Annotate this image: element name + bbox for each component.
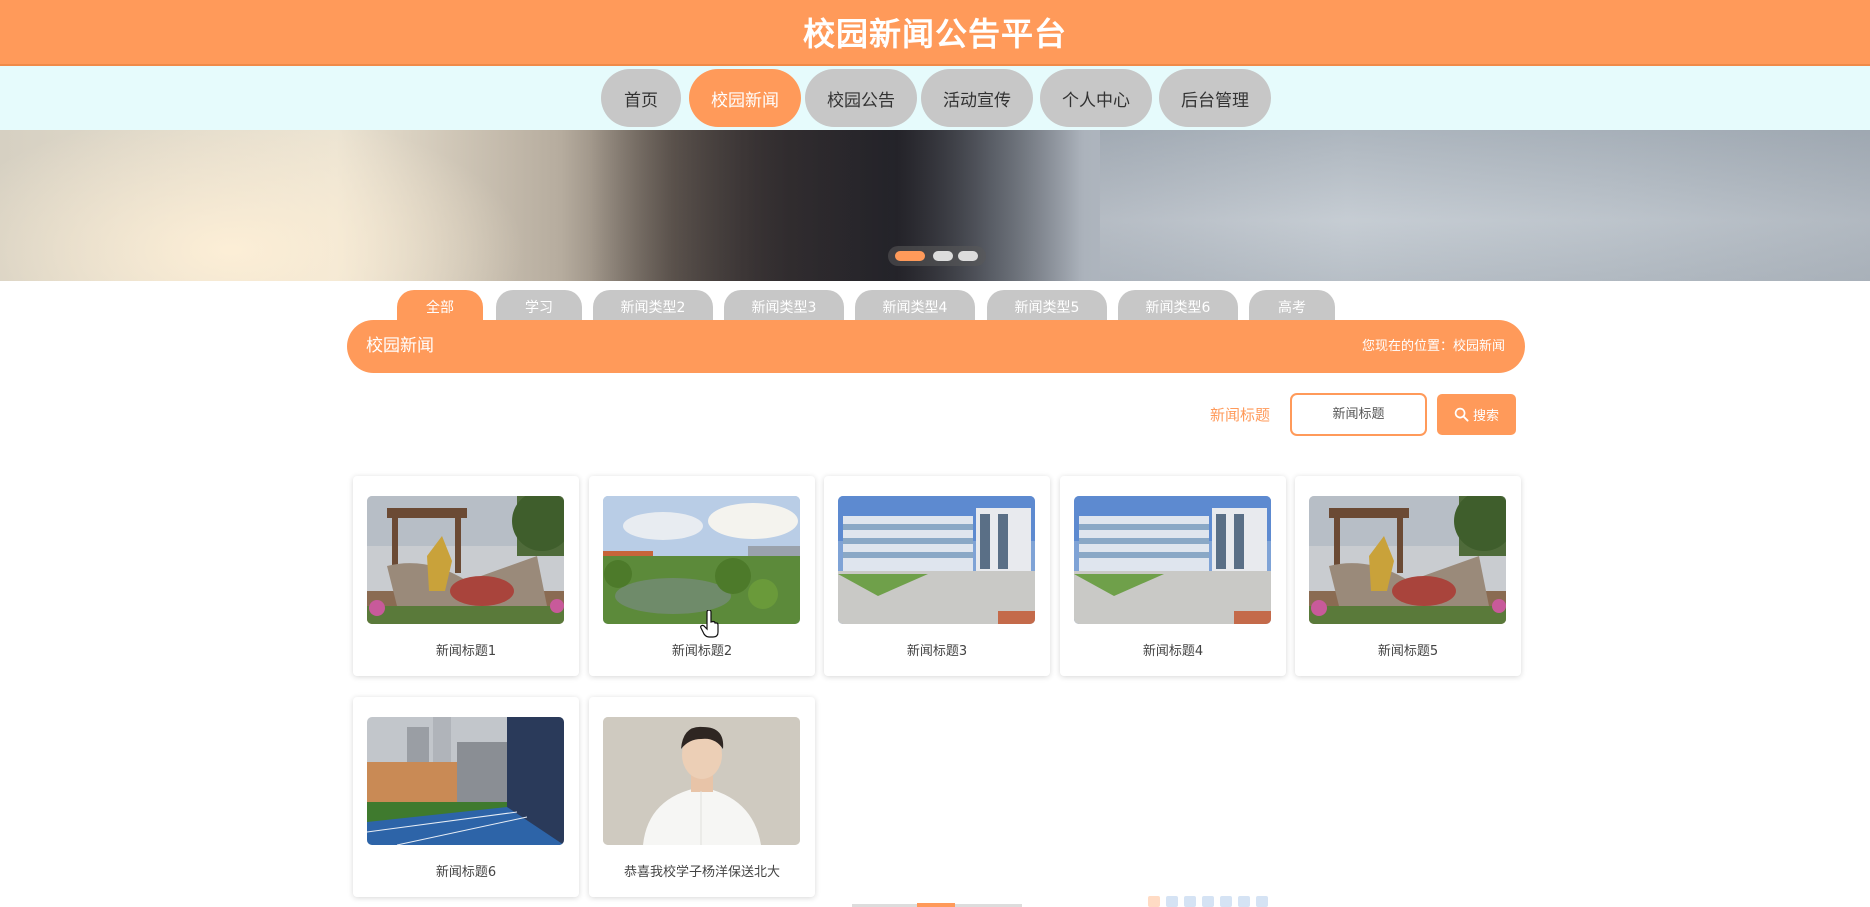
section-bar: 校园新闻 您现在的位置：校园新闻 <box>347 320 1525 373</box>
nav-item-activities[interactable]: 活动宣传 <box>921 69 1033 127</box>
banner-carousel[interactable] <box>0 130 1870 281</box>
category-tab-all[interactable]: 全部 <box>397 290 483 324</box>
category-tab-type4[interactable]: 新闻类型4 <box>855 290 975 324</box>
news-title[interactable]: 新闻标题4 <box>1060 640 1286 659</box>
toolbar-icon[interactable] <box>1166 896 1178 907</box>
category-tab-type5[interactable]: 新闻类型5 <box>987 290 1107 324</box>
section-title: 校园新闻 <box>366 336 434 356</box>
news-title[interactable]: 恭喜我校学子杨洋保送北大 <box>589 861 815 880</box>
news-title[interactable]: 新闻标题1 <box>353 640 579 659</box>
news-thumbnail <box>367 496 564 624</box>
news-card[interactable]: 新闻标题1 <box>353 476 579 676</box>
news-title[interactable]: 新闻标题3 <box>824 640 1050 659</box>
toolbar-icon[interactable] <box>1256 896 1268 907</box>
category-tab-type3[interactable]: 新闻类型3 <box>724 290 844 324</box>
news-thumbnail <box>603 496 800 624</box>
main-nav: 首页 校园新闻 校园公告 活动宣传 个人中心 后台管理 <box>0 66 1870 130</box>
category-tab-gaokao[interactable]: 高考 <box>1249 290 1335 324</box>
news-thumbnail <box>367 717 564 845</box>
toolbar-icon[interactable] <box>1238 896 1250 907</box>
search-button[interactable]: 搜索 <box>1437 394 1516 435</box>
nav-item-admin[interactable]: 后台管理 <box>1159 69 1271 127</box>
carousel-indicators <box>888 246 986 266</box>
news-title[interactable]: 新闻标题5 <box>1295 640 1521 659</box>
carousel-dot-2[interactable] <box>933 251 953 261</box>
site-title: 校园新闻公告平台 <box>802 15 1067 53</box>
news-card[interactable]: 新闻标题3 <box>824 476 1050 676</box>
toolbar-icon[interactable] <box>1202 896 1214 907</box>
carousel-dot-1[interactable] <box>895 251 925 261</box>
category-tab-study[interactable]: 学习 <box>496 290 582 324</box>
news-card[interactable]: 新闻标题2 <box>589 476 815 676</box>
news-card[interactable]: 新闻标题5 <box>1295 476 1521 676</box>
search-input[interactable] <box>1290 393 1427 436</box>
site-header: 校园新闻公告平台 <box>0 0 1870 66</box>
news-card[interactable]: 新闻标题6 <box>353 697 579 897</box>
toolbar-icon[interactable] <box>1220 896 1232 907</box>
category-tab-type6[interactable]: 新闻类型6 <box>1118 290 1238 324</box>
breadcrumb: 您现在的位置：校园新闻 <box>1361 339 1505 354</box>
news-thumbnail <box>1309 496 1506 624</box>
category-tab-type2[interactable]: 新闻类型2 <box>593 290 713 324</box>
carousel-dot-3[interactable] <box>958 251 978 261</box>
nav-item-home[interactable]: 首页 <box>601 69 681 127</box>
toolbar-icon[interactable] <box>1148 896 1160 907</box>
nav-item-campus-notices[interactable]: 校园公告 <box>805 69 917 127</box>
news-thumbnail <box>838 496 1035 624</box>
banner-image-sky <box>1100 130 1870 281</box>
news-card[interactable]: 恭喜我校学子杨洋保送北大 <box>589 697 815 897</box>
hand-cursor-icon <box>700 610 719 638</box>
banner-image <box>590 130 1080 281</box>
news-thumbnail <box>603 717 800 845</box>
search-label: 新闻标题 <box>1210 406 1271 424</box>
pagination-active-page[interactable] <box>917 903 955 907</box>
nav-item-campus-news[interactable]: 校园新闻 <box>689 69 801 127</box>
news-title[interactable]: 新闻标题2 <box>589 640 815 659</box>
news-card[interactable]: 新闻标题4 <box>1060 476 1286 676</box>
toolbar-icon[interactable] <box>1184 896 1196 907</box>
news-title[interactable]: 新闻标题6 <box>353 861 579 880</box>
floating-toolbar <box>1148 896 1343 907</box>
search-icon <box>1454 407 1469 422</box>
nav-item-personal-center[interactable]: 个人中心 <box>1040 69 1152 127</box>
search-button-label: 搜索 <box>1472 409 1499 424</box>
news-thumbnail <box>1074 496 1271 624</box>
